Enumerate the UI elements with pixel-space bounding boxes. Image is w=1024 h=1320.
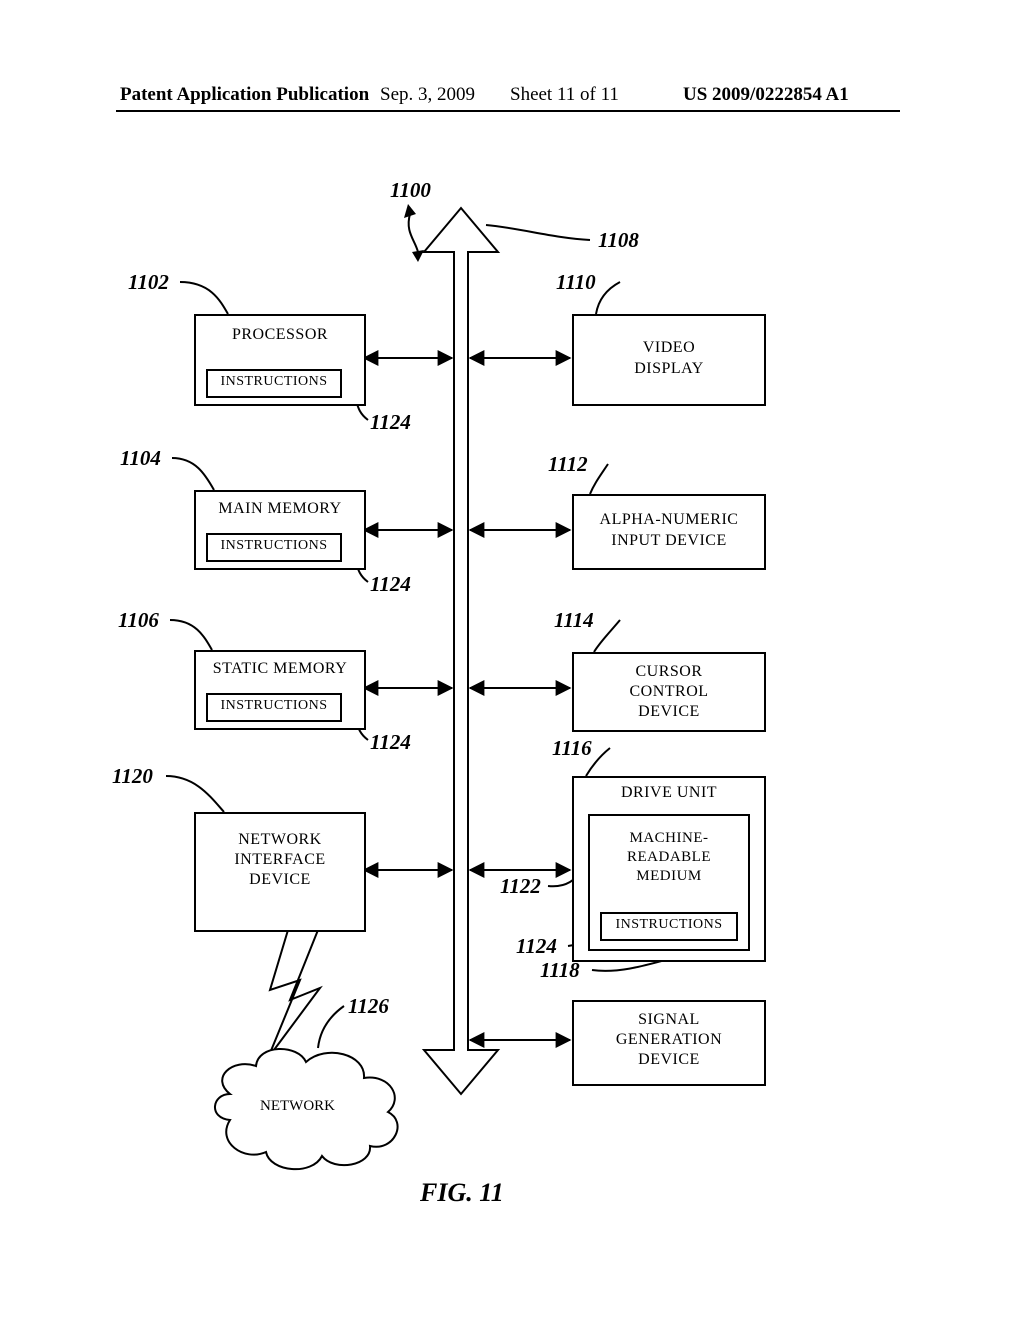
block-network-interface: NETWORK INTERFACE DEVICE (194, 812, 366, 932)
ref-1114: 1114 (554, 608, 594, 633)
block-signal-generation: SIGNAL GENERATION DEVICE (572, 1000, 766, 1086)
mainmem-label: MAIN MEMORY (196, 492, 364, 518)
network-label: NETWORK (260, 1098, 335, 1115)
block-drive-unit: DRIVE UNIT MACHINE- READABLE MEDIUM INST… (572, 776, 766, 962)
ref-1116: 1116 (552, 736, 592, 761)
ref-1112: 1112 (548, 452, 588, 477)
drive-label: DRIVE UNIT (574, 778, 764, 802)
ref-1120: 1120 (112, 764, 153, 789)
ref-1124-c: 1124 (370, 730, 411, 755)
ref-1100-arrow (404, 204, 424, 262)
block-main-memory: MAIN MEMORY INSTRUCTIONS (194, 490, 366, 570)
ref-1124-a: 1124 (370, 410, 411, 435)
ref-1110: 1110 (556, 270, 596, 295)
ref-1124-d: 1124 (516, 934, 557, 959)
medium-label: MACHINE- READABLE MEDIUM (590, 819, 748, 885)
processor-label: PROCESSOR (196, 316, 364, 344)
diagram-svg (0, 0, 1024, 1320)
block-video-display: VIDEO DISPLAY (572, 314, 766, 406)
cursor-label: CURSOR CONTROL DEVICE (574, 654, 764, 722)
ref-1108: 1108 (598, 228, 639, 253)
block-static-memory: STATIC MEMORY INSTRUCTIONS (194, 650, 366, 730)
processor-instructions: INSTRUCTIONS (206, 369, 342, 398)
block-cursor-control: CURSOR CONTROL DEVICE (572, 652, 766, 732)
figure-caption: FIG. 11 (420, 1178, 504, 1208)
ref-1126: 1126 (348, 994, 389, 1019)
staticmem-instructions: INSTRUCTIONS (206, 693, 342, 722)
block-machine-readable-medium: MACHINE- READABLE MEDIUM INSTRUCTIONS (588, 814, 750, 951)
lightning-icon (268, 930, 320, 1058)
signal-label: SIGNAL GENERATION DEVICE (574, 1002, 764, 1070)
ref-1102: 1102 (128, 270, 169, 295)
netif-label: NETWORK INTERFACE DEVICE (196, 814, 364, 890)
alnum-label: ALPHA-NUMERIC INPUT DEVICE (574, 496, 764, 552)
ref-1124-b: 1124 (370, 572, 411, 597)
ref-1100: 1100 (390, 178, 431, 203)
bus-arrow (424, 208, 498, 1094)
ref-1104: 1104 (120, 446, 161, 471)
staticmem-label: STATIC MEMORY (196, 652, 364, 678)
ref-1106: 1106 (118, 608, 159, 633)
page: Patent Application Publication Sep. 3, 2… (0, 0, 1024, 1320)
mainmem-instructions: INSTRUCTIONS (206, 533, 342, 562)
block-alpha-numeric-input: ALPHA-NUMERIC INPUT DEVICE (572, 494, 766, 570)
video-label: VIDEO DISPLAY (574, 316, 764, 380)
ref-1122: 1122 (500, 874, 541, 899)
block-processor: PROCESSOR INSTRUCTIONS (194, 314, 366, 406)
medium-instructions: INSTRUCTIONS (600, 912, 738, 941)
